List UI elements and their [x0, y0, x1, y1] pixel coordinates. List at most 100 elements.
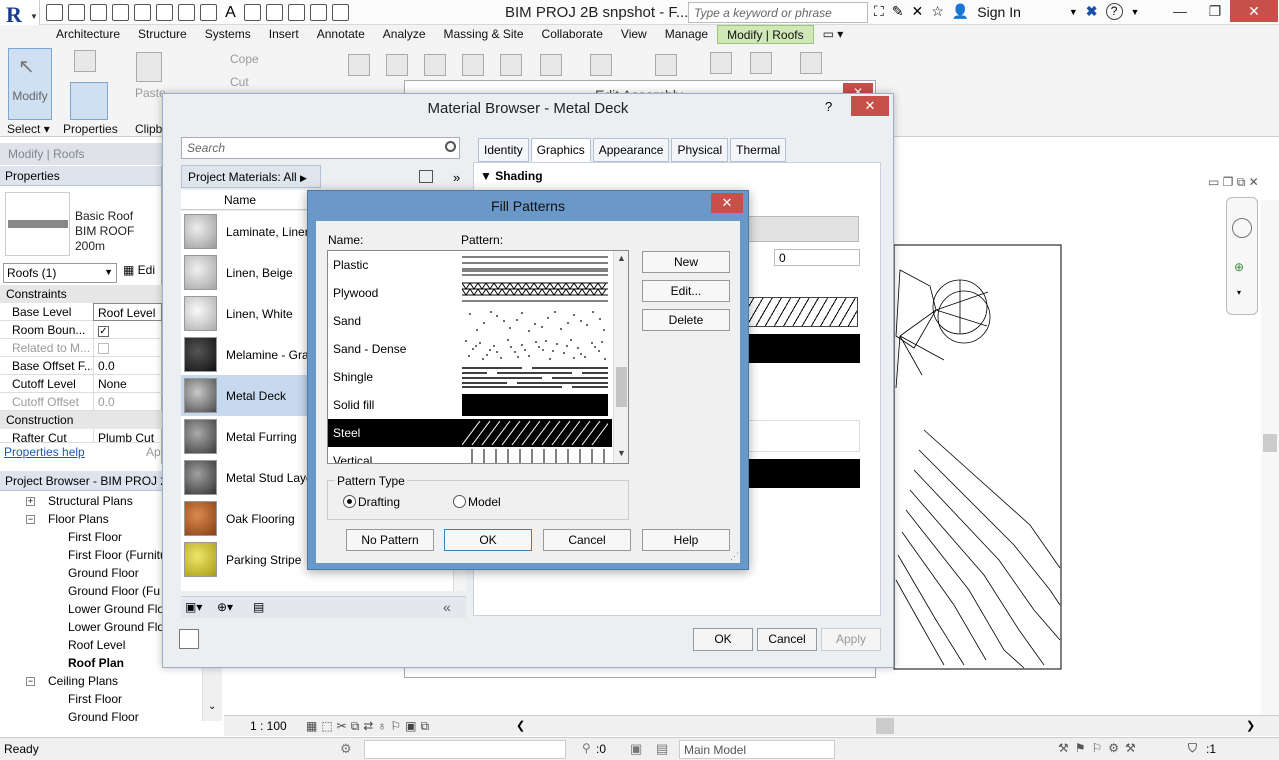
tab-annotate[interactable]: Annotate	[308, 25, 374, 44]
pattern-list-scrollbar[interactable]: ▲ ▼	[613, 251, 628, 463]
minimize-icon[interactable]: —	[1165, 0, 1195, 22]
close-hidden-icon[interactable]	[310, 3, 327, 21]
rafter-cut-select[interactable]: Plumb Cut	[93, 429, 162, 442]
redo-icon[interactable]	[134, 3, 151, 21]
exchange-apps-icon[interactable]: ✖	[1086, 3, 1098, 20]
room-bounding-checkbox[interactable]: ✓	[98, 326, 109, 337]
edit-footprint-icon[interactable]	[800, 52, 822, 74]
help-search-input[interactable]: Type a keyword or phrase	[688, 2, 868, 23]
section-constraints[interactable]: Constraints	[0, 285, 162, 303]
exclude-options-icon[interactable]: ▤	[656, 741, 668, 757]
tree-item-view[interactable]: Ground Floor (Fu	[68, 584, 160, 598]
text-icon[interactable]: A	[222, 3, 239, 21]
resize-grip-icon[interactable]: ⋰	[730, 551, 739, 562]
collapse-library-icon[interactable]: «	[443, 599, 451, 615]
scrollbar-thumb[interactable]	[1263, 434, 1277, 452]
cope-button[interactable]: Cope	[230, 52, 259, 66]
view-control-icons[interactable]: ▦⬚✂⧉⇄♁⚐▣⧉	[306, 719, 433, 734]
chevron-down-icon[interactable]: ▾	[1237, 288, 1241, 297]
section-icon[interactable]	[266, 3, 283, 21]
tree-item-view[interactable]: Roof Level	[68, 638, 125, 652]
delete-button[interactable]: Delete	[642, 309, 730, 331]
surface-pattern-swatch[interactable]	[748, 297, 858, 327]
scroll-right-icon[interactable]: ❯	[1246, 719, 1255, 732]
ok-button[interactable]: OK	[693, 628, 753, 651]
library-manage-icon[interactable]: ▣▾	[185, 600, 202, 614]
pattern-row-solid-fill[interactable]: Solid fill	[328, 391, 612, 419]
restore-icon[interactable]: ❐	[1200, 0, 1230, 22]
close-icon[interactable]: ✕	[1230, 0, 1278, 22]
sync-icon[interactable]	[90, 3, 107, 21]
sign-in-link[interactable]: Sign In	[977, 4, 1021, 20]
mirror-icon[interactable]	[424, 54, 446, 76]
tree-item-view[interactable]: Lower Ground Flo	[68, 602, 164, 616]
new-button[interactable]: New	[642, 251, 730, 273]
type-properties-icon[interactable]	[74, 50, 96, 72]
pattern-row-sand-dense[interactable]: Sand - Dense	[328, 335, 612, 363]
tree-item-view[interactable]: First Floor	[68, 530, 122, 544]
library-panel-toggle-icon[interactable]	[179, 629, 199, 649]
pattern-row-steel[interactable]: Steel	[328, 419, 612, 447]
cut-pattern-swatch[interactable]	[748, 420, 860, 452]
pin-icon[interactable]	[590, 54, 612, 76]
pattern-row-shingle[interactable]: Shingle	[328, 363, 612, 391]
pattern-row-plywood[interactable]: Plywood	[328, 279, 612, 307]
tree-item-active-view[interactable]: Roof Plan	[68, 656, 124, 670]
align-icon[interactable]	[348, 54, 370, 76]
ok-button[interactable]: OK	[444, 529, 532, 551]
tree-item-view[interactable]: First Floor (Furnitu	[68, 548, 167, 562]
tab-graphics[interactable]: Graphics	[530, 138, 591, 162]
tab-massing-site[interactable]: Massing & Site	[435, 25, 533, 44]
chevron-down-icon[interactable]: ⌄	[208, 701, 216, 712]
tab-collaborate[interactable]: Collaborate	[533, 25, 612, 44]
favorites-icon[interactable]: ☆	[931, 3, 944, 20]
project-materials-filter[interactable]: Project Materials: All ▶	[181, 165, 321, 188]
save-icon[interactable]	[68, 3, 85, 21]
communication-icon[interactable]: ✕	[912, 3, 924, 20]
tab-physical[interactable]: Physical	[671, 138, 729, 162]
3d-view-icon[interactable]	[244, 3, 261, 21]
design-option-select[interactable]: Main Model	[679, 740, 835, 759]
cancel-button[interactable]: Cancel	[757, 628, 817, 651]
expand-panel-icon[interactable]: »	[453, 170, 460, 185]
scroll-up-icon[interactable]: ▲	[617, 253, 626, 263]
binoculars-icon[interactable]: ⛶	[874, 3, 884, 20]
zoom-region-icon[interactable]: ⊕	[1234, 260, 1244, 274]
edit-type-button[interactable]: ▦ Edi	[123, 263, 155, 277]
tab-systems[interactable]: Systems	[196, 25, 260, 44]
tab-thermal[interactable]: Thermal	[730, 138, 787, 162]
type-selector[interactable]: Basic Roof BIM ROOF 200m	[75, 209, 161, 254]
ribbon-minimize-icon[interactable]: ▭ ▾	[814, 25, 853, 44]
worksets-icon[interactable]: ⚙	[340, 741, 352, 757]
design-options-icon[interactable]: ▣	[630, 741, 642, 757]
steering-wheel-icon[interactable]	[1232, 218, 1252, 238]
chevron-down-icon[interactable]: ▼	[1069, 7, 1078, 17]
split-icon[interactable]	[462, 54, 484, 76]
aligned-dimension-icon[interactable]	[178, 3, 195, 21]
tab-view[interactable]: View	[612, 25, 656, 44]
question-icon[interactable]: ?	[1105, 3, 1123, 20]
name-column-header[interactable]: Name	[224, 193, 256, 207]
tree-item-structural-plans[interactable]: Structural Plans	[48, 494, 133, 508]
measure-icon[interactable]	[156, 3, 173, 21]
tab-identity[interactable]: Identity	[478, 138, 529, 162]
properties-help-link[interactable]: Properties help	[4, 445, 85, 459]
pattern-row-vertical[interactable]: Vertical	[328, 447, 612, 463]
cut-pattern-color[interactable]	[748, 459, 860, 488]
no-pattern-button[interactable]: No Pattern	[346, 529, 434, 551]
offset-icon[interactable]	[386, 54, 408, 76]
drafting-label[interactable]: Drafting	[358, 495, 400, 509]
tab-analyze[interactable]: Analyze	[374, 25, 435, 44]
close-icon[interactable]: ✕	[711, 193, 743, 213]
scroll-left-icon[interactable]: ❮	[516, 719, 525, 732]
scrollbar-thumb[interactable]	[616, 367, 627, 407]
tab-architecture[interactable]: Architecture	[47, 25, 129, 44]
view-window-controls[interactable]: ▭ ❐ ⧉ ✕	[1208, 175, 1259, 190]
move-icon[interactable]	[500, 54, 522, 76]
apply-button[interactable]: Ap	[146, 445, 161, 459]
chevron-down-icon[interactable]: ▼	[1131, 7, 1140, 17]
drafting-radio[interactable]	[343, 495, 356, 508]
tab-structure[interactable]: Structure	[129, 25, 196, 44]
tree-item-view[interactable]: First Floor	[68, 692, 122, 706]
pattern-row-sand[interactable]: Sand	[328, 307, 612, 335]
